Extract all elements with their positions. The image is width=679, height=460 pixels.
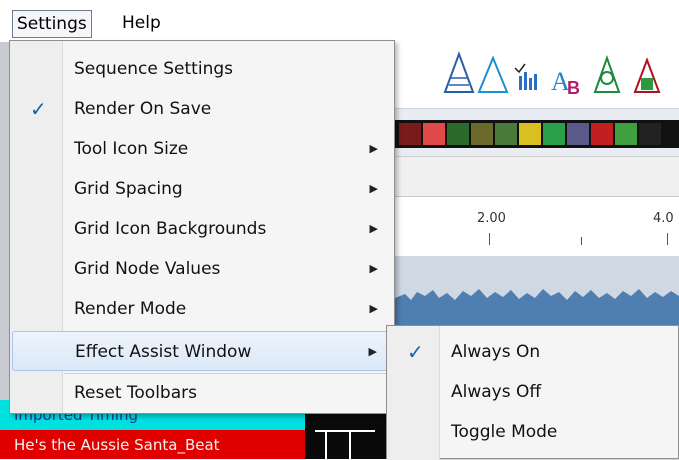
menu-item-label: Effect Assist Window (75, 342, 252, 362)
menu-item-label: Grid Spacing (74, 179, 183, 199)
submenu-arrow-icon: ▶ (369, 222, 378, 235)
ruler-tick (489, 233, 490, 245)
settings-menu-button[interactable]: Settings (12, 10, 92, 38)
effect-swatch[interactable] (639, 123, 661, 145)
menu-item-label: Reset Toolbars (74, 383, 197, 403)
menu-item-render-mode[interactable]: Render Mode ▶ (12, 289, 392, 329)
menu-item-always-off[interactable]: Always Off (389, 372, 675, 412)
timeline-ruler: 2.00 4.0 (395, 196, 679, 257)
tree-effect-icon[interactable] (593, 54, 621, 93)
effect-palette-icons (399, 123, 661, 145)
effect-swatch[interactable] (495, 123, 517, 145)
settings-menu-label: Settings (17, 14, 87, 34)
waveform-graphic (395, 289, 679, 326)
effect-swatch[interactable] (519, 123, 541, 145)
on-effect-icon[interactable] (443, 51, 475, 93)
effect-assist-submenu: ✓ Always On Always Off Toggle Mode (386, 325, 679, 460)
menu-item-label: Always Off (451, 382, 542, 402)
timing-row-label: He's the Aussie Santa_Beat (14, 436, 220, 454)
effect-swatch[interactable] (399, 123, 421, 145)
effect-swatch[interactable] (471, 123, 493, 145)
timing-row[interactable]: He's the Aussie Santa_Beat (0, 430, 305, 459)
effect-palette-strip (395, 120, 679, 148)
menu-item-label: Grid Icon Backgrounds (74, 219, 267, 239)
submenu-arrow-icon: ▶ (369, 182, 378, 195)
submenu-arrow-icon: ▶ (369, 262, 378, 275)
ruler-tick (581, 237, 582, 245)
submenu-arrow-icon: ▶ (369, 302, 378, 315)
effect-swatch[interactable] (447, 123, 469, 145)
effect-swatch[interactable] (543, 123, 565, 145)
menu-item-tool-icon-size[interactable]: Tool Icon Size ▶ (12, 129, 392, 169)
help-menu-label: Help (122, 13, 161, 33)
menu-item-label: Tool Icon Size (74, 139, 189, 159)
menu-item-label: Toggle Mode (451, 422, 558, 442)
effect-swatch[interactable] (423, 123, 445, 145)
menu-bar: Settings Help (0, 0, 679, 42)
toolbar-spacer (395, 156, 679, 197)
effect-swatch[interactable] (567, 123, 589, 145)
submenu-arrow-icon: ▶ (368, 345, 377, 358)
submenu-arrow-icon: ▶ (369, 142, 378, 155)
menu-item-label: Render Mode (74, 299, 187, 319)
menu-item-grid-spacing[interactable]: Grid Spacing ▶ (12, 169, 392, 209)
ruler-tick (667, 233, 668, 245)
effect-swatch[interactable] (615, 123, 637, 145)
fan-effect-icon[interactable] (477, 55, 509, 93)
ruler-tick-label: 2.00 (477, 211, 506, 226)
effects-toolbar: A B (395, 42, 679, 108)
bars-effect-icon[interactable] (514, 63, 537, 90)
svg-text:B: B (567, 78, 580, 98)
audio-waveform (395, 256, 679, 326)
help-menu-button[interactable]: Help (118, 10, 165, 36)
menu-item-reset-toolbars[interactable]: Reset Toolbars (12, 373, 392, 413)
settings-dropdown: Sequence Settings ✓ Render On Save Tool … (9, 40, 395, 414)
grid-line (325, 430, 327, 459)
effect-swatch[interactable] (591, 123, 613, 145)
menu-item-grid-node-values[interactable]: Grid Node Values ▶ (12, 249, 392, 289)
house-effect-icon[interactable] (633, 57, 661, 93)
checkmark-icon: ✓ (30, 97, 47, 121)
text-effect-icon[interactable]: A B (551, 67, 580, 98)
menu-item-label: Always On (451, 342, 541, 362)
ruler-tick-label: 4.0 (653, 211, 674, 226)
menu-item-sequence-settings[interactable]: Sequence Settings (12, 49, 392, 89)
menu-item-grid-icon-backgrounds[interactable]: Grid Icon Backgrounds ▶ (12, 209, 392, 249)
grid-line (315, 430, 375, 432)
menu-item-toggle-mode[interactable]: Toggle Mode (389, 412, 675, 452)
menu-item-render-on-save[interactable]: ✓ Render On Save (12, 89, 392, 129)
menu-item-effect-assist-window[interactable]: Effect Assist Window ▶ (12, 331, 392, 371)
toolbar-icons: A B (443, 51, 661, 98)
grid-line (349, 430, 351, 459)
menu-item-label: Sequence Settings (74, 59, 233, 79)
menu-item-always-on[interactable]: ✓ Always On (389, 332, 675, 372)
menu-item-label: Render On Save (74, 99, 212, 119)
checkmark-icon: ✓ (407, 340, 424, 364)
menu-item-label: Grid Node Values (74, 259, 221, 279)
